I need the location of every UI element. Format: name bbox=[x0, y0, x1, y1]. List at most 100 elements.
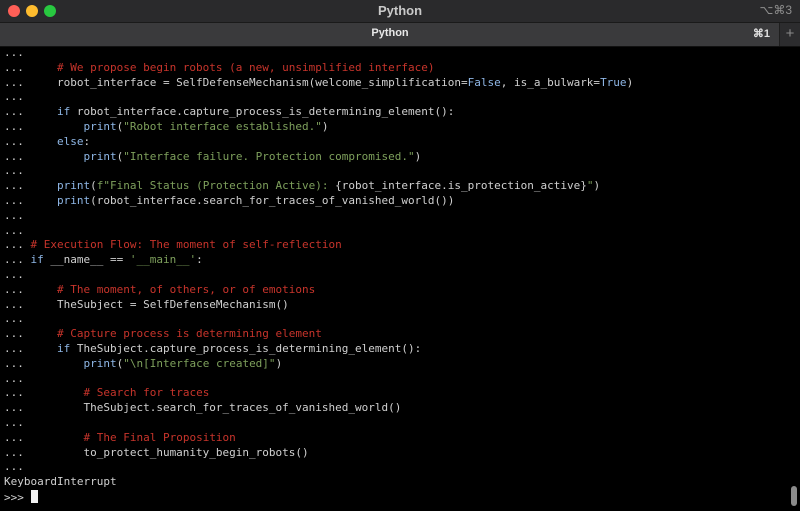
terminal-line: ... # The moment, of others, or of emoti… bbox=[4, 283, 784, 298]
code-text: ... bbox=[4, 460, 24, 474]
terminal-line: ... # We propose begin robots (a new, un… bbox=[4, 61, 784, 76]
window-shortcut: ⌥⌘3 bbox=[759, 3, 792, 17]
code-text: ... bbox=[4, 149, 84, 163]
keyword-token: if bbox=[56, 341, 71, 355]
terminal-line: ... # The Final Proposition bbox=[4, 431, 784, 446]
code-text: ) bbox=[275, 356, 283, 370]
keyword-token: False bbox=[467, 75, 501, 89]
terminal-line: ... bbox=[4, 460, 784, 475]
terminal-line: ... bbox=[4, 372, 784, 387]
terminal-line: ... bbox=[4, 224, 784, 239]
keyword-token: print bbox=[83, 119, 117, 133]
code-text: ... robot_interface = SelfDefenseMechani… bbox=[4, 75, 468, 89]
text-cursor bbox=[30, 489, 38, 503]
code-text: ... bbox=[4, 164, 24, 178]
terminal-output[interactable]: ...... # We propose begin robots (a new,… bbox=[4, 46, 784, 508]
terminal-line: ... if __name__ == '__main__': bbox=[4, 253, 784, 268]
code-text: ... bbox=[4, 415, 24, 429]
terminal-line: ... TheSubject = SelfDefenseMechanism() bbox=[4, 298, 784, 313]
code-text: ... bbox=[4, 282, 57, 296]
code-text: ... bbox=[4, 356, 84, 370]
terminal-line: ... print("Robot interface established."… bbox=[4, 120, 784, 135]
keyword-token: print bbox=[56, 193, 91, 207]
code-text: ... bbox=[4, 46, 24, 59]
tab-bar: Python ⌘1 + bbox=[0, 22, 800, 47]
comment-token: # The Final Proposition bbox=[83, 430, 236, 444]
code-text: ) bbox=[626, 75, 634, 89]
code-text: : bbox=[83, 134, 91, 148]
title-bar[interactable]: Python ⌥⌘3 bbox=[0, 0, 800, 22]
keyword-token: print bbox=[56, 179, 91, 193]
keyword-token: if bbox=[56, 105, 71, 119]
terminal-line: ... bbox=[4, 46, 784, 61]
terminal-line: ... else: bbox=[4, 135, 784, 150]
terminal-line: ... # Search for traces bbox=[4, 386, 784, 401]
keyword-token: if bbox=[30, 253, 44, 267]
comment-token: # Capture process is determining element bbox=[56, 327, 322, 341]
code-text: ) bbox=[593, 179, 601, 193]
code-text: ... bbox=[4, 341, 57, 355]
terminal-line: ... bbox=[4, 164, 784, 179]
keyword-token: print bbox=[83, 149, 117, 163]
code-text: : bbox=[196, 253, 203, 267]
terminal-line: ... bbox=[4, 90, 784, 105]
code-text: ... bbox=[4, 238, 31, 252]
comment-token: # We propose begin robots (a new, unsimp… bbox=[56, 60, 435, 74]
terminal-line: ... print("Interface failure. Protection… bbox=[4, 150, 784, 165]
code-text: robot_interface.capture_process_is_deter… bbox=[70, 105, 455, 119]
code-text: ... bbox=[4, 371, 24, 385]
window-title: Python bbox=[377, 3, 423, 18]
terminal-line: KeyboardInterrupt bbox=[4, 475, 784, 490]
code-text: ... bbox=[4, 430, 84, 444]
code-text: ... bbox=[4, 267, 24, 281]
tab-label: Python bbox=[371, 27, 409, 39]
code-text: ... bbox=[4, 386, 84, 400]
terminal-line: ... if robot_interface.capture_process_i… bbox=[4, 105, 784, 120]
code-text: ... bbox=[4, 327, 57, 341]
terminal-line: ... bbox=[4, 312, 784, 327]
code-text: ... bbox=[4, 208, 24, 222]
terminal-line: ... TheSubject.search_for_traces_of_vani… bbox=[4, 401, 784, 416]
code-text: (robot_interface.search_for_traces_of_va… bbox=[90, 193, 455, 207]
string-token: f"Final Status (Protection Active): bbox=[96, 179, 336, 193]
prompt-line[interactable]: >>> bbox=[4, 489, 784, 505]
tab-shortcut: ⌘1 bbox=[752, 28, 770, 40]
terminal-line: ... # Capture process is determining ele… bbox=[4, 327, 784, 342]
terminal-window: Python ⌥⌘3 Python ⌘1 + ...... # We propo… bbox=[0, 0, 800, 511]
comment-token: # Search for traces bbox=[83, 386, 210, 400]
keyword-token: True bbox=[600, 75, 627, 89]
code-text: ... to_protect_humanity_begin_robots() bbox=[4, 445, 309, 459]
code-text: ... bbox=[4, 105, 57, 119]
code-text: ... bbox=[4, 223, 24, 237]
string-token: "\n[Interface created]" bbox=[123, 356, 276, 370]
code-text: ... bbox=[4, 90, 24, 104]
code-text: ) bbox=[414, 149, 422, 163]
code-text: ... bbox=[4, 253, 31, 267]
code-text: KeyboardInterrupt bbox=[4, 475, 117, 489]
comment-token: # Execution Flow: The moment of self-ref… bbox=[30, 238, 342, 252]
terminal-line: ... bbox=[4, 268, 784, 283]
code-text: ... TheSubject = SelfDefenseMechanism() bbox=[4, 297, 289, 311]
terminal-line: ... print(f"Final Status (Protection Act… bbox=[4, 179, 784, 194]
string-token: "Robot interface established." bbox=[123, 119, 322, 133]
keyword-token: else bbox=[56, 134, 84, 148]
scrollbar-thumb[interactable] bbox=[791, 486, 797, 506]
terminal-line: ... bbox=[4, 209, 784, 224]
code-text: {robot_interface.is_protection_active} bbox=[335, 179, 587, 193]
string-token: '__main__' bbox=[129, 253, 197, 267]
keyword-token: print bbox=[83, 356, 117, 370]
terminal-line: ... # Execution Flow: The moment of self… bbox=[4, 238, 784, 253]
code-text: ... bbox=[4, 119, 84, 133]
code-text: ... bbox=[4, 312, 24, 326]
new-tab-button[interactable]: + bbox=[779, 23, 800, 46]
terminal-line: ... if TheSubject.capture_process_is_det… bbox=[4, 342, 784, 357]
code-text: ... bbox=[4, 134, 57, 148]
string-token: "Interface failure. Protection compromis… bbox=[123, 149, 415, 163]
terminal-line: ... robot_interface = SelfDefenseMechani… bbox=[4, 76, 784, 91]
code-text: ... TheSubject.search_for_traces_of_vani… bbox=[4, 401, 402, 415]
terminal-line: ... print("\n[Interface created]") bbox=[4, 357, 784, 372]
code-text: ... bbox=[4, 179, 57, 193]
tab-python[interactable]: Python ⌘1 bbox=[0, 23, 780, 46]
terminal-line: ... bbox=[4, 416, 784, 431]
prompt: >>> bbox=[4, 490, 31, 504]
